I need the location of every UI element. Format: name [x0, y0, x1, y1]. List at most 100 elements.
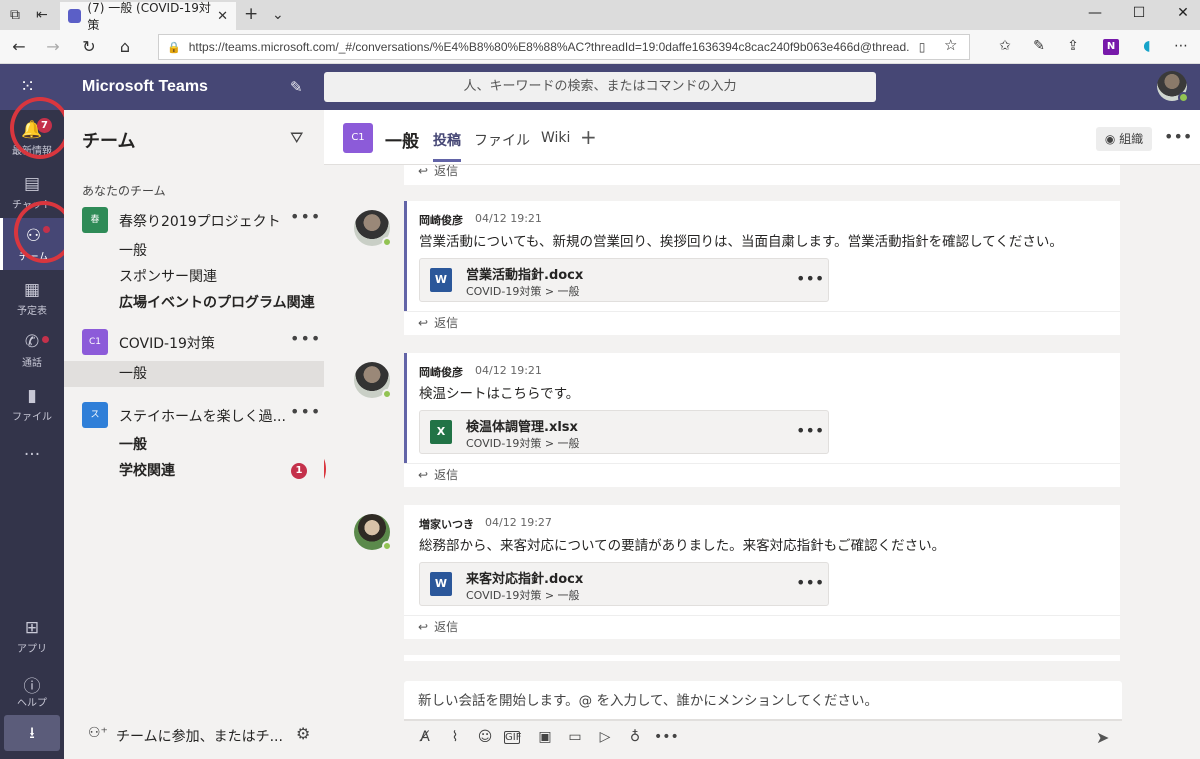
channel-item[interactable]: 一般 — [64, 238, 324, 264]
app-launcher-icon[interactable]: ⁙ — [20, 76, 35, 97]
channel-item[interactable]: スポンサー関連 — [64, 264, 324, 290]
join-team-button[interactable]: ⚇⁺ チームに参加、またはチ... ⚙ — [64, 720, 324, 750]
more-options-icon[interactable]: ••• — [1164, 127, 1192, 146]
search-input[interactable]: 人、キーワードの検索、またはコマンドの入力 — [324, 72, 876, 102]
apps-icon: ⊞ — [24, 618, 40, 638]
team-row[interactable]: C1 COVID-19対策 ••• — [64, 327, 324, 357]
praise-icon[interactable]: ♁ — [624, 729, 646, 745]
rail-item-teams[interactable]: ⚇ チーム — [0, 218, 64, 270]
profile-avatar[interactable] — [1157, 71, 1189, 103]
file-attachment[interactable]: W 来客対応指針.docx COVID-19対策 > 一般 ••• — [419, 562, 829, 606]
team-more-icon[interactable]: ••• — [290, 329, 321, 348]
bell-icon: 🔔 — [21, 120, 43, 140]
lock-icon: 🔒 — [167, 41, 181, 54]
new-tab-icon[interactable]: + — [244, 4, 258, 24]
set-aside-tabs-icon[interactable]: ⇤ — [36, 7, 48, 23]
rail-label-chat: チャット — [12, 200, 52, 211]
emoji-icon[interactable]: ☺ — [474, 729, 496, 745]
share-icon[interactable]: ⇪ — [1062, 38, 1084, 54]
more-icon[interactable]: ⋯ — [1170, 38, 1192, 54]
rail-label-files: ファイル — [12, 412, 52, 423]
file-name: 来客対応指針.docx — [466, 572, 584, 587]
message-card: 岡崎俊彦 04/12 19:21 営業活動についても、新規の営業回り、挨拶回りは… — [404, 201, 1120, 311]
team-more-icon[interactable]: ••• — [290, 207, 321, 226]
rail-label-activity: 最新情報 — [12, 146, 52, 157]
tab-actions-icon[interactable]: ⧉ — [10, 7, 20, 23]
address-bar[interactable]: 🔒 https://teams.microsoft.com/_#/convers… — [158, 34, 970, 60]
window-close-icon[interactable]: ✕ — [1168, 5, 1198, 21]
file-more-icon[interactable]: ••• — [796, 421, 824, 440]
extension-icon[interactable]: ◖ — [1136, 38, 1158, 54]
send-icon[interactable]: ➤ — [1096, 728, 1109, 747]
help-icon: ⓘ — [23, 677, 41, 697]
avatar[interactable] — [354, 362, 392, 399]
home-icon[interactable]: ⌂ — [112, 37, 138, 56]
file-path: COVID-19対策 > 一般 — [466, 589, 580, 602]
browser-titlebar: ⧉ ⇤ (7) 一般 (COVID-19対策 ✕ + ⌄ — ☐ ✕ — [0, 0, 1200, 32]
browser-tab[interactable]: (7) 一般 (COVID-19対策 ✕ — [60, 1, 236, 32]
more-options-icon[interactable]: ••• — [654, 729, 679, 745]
avatar[interactable] — [354, 514, 392, 551]
sticker-icon[interactable]: ▣ — [534, 729, 556, 745]
compose-input[interactable]: 新しい会話を開始します。@ を入力して、誰かにメンションしてください。 — [404, 681, 1122, 721]
file-attachment[interactable]: W 営業活動指針.docx COVID-19対策 > 一般 ••• — [419, 258, 829, 302]
file-more-icon[interactable]: ••• — [796, 573, 824, 592]
add-team-icon: ⚇⁺ — [88, 725, 108, 741]
tab-posts[interactable]: 投稿 — [433, 130, 461, 162]
team-more-icon[interactable]: ••• — [290, 402, 321, 421]
team-row[interactable]: ス ステイホームを楽しく過... ••• — [64, 400, 324, 430]
meet-now-icon[interactable]: ▭ — [564, 729, 586, 745]
rail-item-chat[interactable]: ▤ チャット — [0, 166, 64, 218]
team-row[interactable]: 春 春祭り2019プロジェクト ••• — [64, 205, 324, 235]
onenote-icon[interactable]: N — [1103, 39, 1119, 55]
gear-icon[interactable]: ⚙ — [296, 724, 310, 743]
tab-preview-chevron-icon[interactable]: ⌄ — [272, 7, 284, 23]
add-tab-icon[interactable]: + — [580, 125, 597, 149]
channel-item[interactable]: 学校関連 1 — [64, 458, 324, 484]
format-icon[interactable]: A̸ — [414, 729, 436, 745]
maximize-icon[interactable]: ☐ — [1124, 5, 1154, 21]
minimize-icon[interactable]: — — [1080, 5, 1110, 21]
rail-item-calls[interactable]: ✆ 通話 — [0, 324, 64, 376]
team-avatar: 春 — [82, 207, 108, 233]
channel-item-selected[interactable]: 一般 — [64, 361, 324, 387]
attach-icon[interactable]: ⌇ — [444, 729, 466, 745]
reply-button[interactable]: ↩ 返信 — [404, 463, 1120, 487]
stream-icon[interactable]: ▷ — [594, 729, 616, 745]
filter-icon[interactable]: ⛛ — [290, 128, 303, 148]
reading-view-icon[interactable]: ▯ — [919, 40, 926, 54]
back-icon[interactable]: ← — [6, 37, 32, 56]
calendar-icon: ▦ — [23, 280, 41, 300]
reply-button[interactable]: ↩ 返信 — [404, 165, 1120, 185]
tab-files[interactable]: ファイル — [474, 130, 530, 150]
rail-item-files[interactable]: ▮ ファイル — [0, 378, 64, 430]
rail-item-more[interactable]: ... — [0, 432, 64, 484]
favorite-star-icon[interactable]: ☆ — [944, 36, 957, 54]
close-tab-icon[interactable]: ✕ — [217, 9, 228, 24]
rail-item-apps[interactable]: ⊞ アプリ — [0, 610, 64, 662]
new-chat-icon[interactable]: ✎ — [290, 78, 303, 96]
file-attachment[interactable]: X 検温体調管理.xlsx COVID-19対策 > 一般 ••• — [419, 410, 829, 454]
rail-item-calendar[interactable]: ▦ 予定表 — [0, 272, 64, 324]
org-button[interactable]: ◉ 組織 — [1096, 127, 1152, 151]
tab-wiki[interactable]: Wiki — [541, 130, 570, 146]
gif-icon[interactable]: GIF — [504, 731, 521, 744]
rail-item-activity[interactable]: 🔔 最新情報 7 — [0, 112, 64, 164]
reply-arrow-icon: ↩ — [418, 316, 429, 330]
message-body: 検温シートはこちらです。 — [419, 386, 580, 402]
favorites-icon[interactable]: ✩ — [994, 38, 1016, 54]
avatar[interactable] — [354, 210, 392, 247]
channel-item[interactable]: 一般 — [64, 432, 324, 458]
forward-icon[interactable]: → — [40, 37, 66, 56]
message-list: ↩ 返信 岡崎俊彦 04/12 19:21 営業活動についても、新規の営業回り、挨… — [324, 165, 1200, 661]
download-app-button[interactable]: ⭳ — [4, 715, 60, 751]
refresh-icon[interactable]: ↻ — [76, 37, 102, 56]
file-more-icon[interactable]: ••• — [796, 269, 824, 288]
reply-button[interactable]: ↩ 返信 — [404, 615, 1120, 639]
more-apps-icon: ... — [23, 440, 41, 460]
reply-button[interactable]: ↩ 返信 — [404, 311, 1120, 335]
rail-item-help[interactable]: ⓘ ヘルプ — [0, 664, 64, 716]
app-title: Microsoft Teams — [82, 78, 208, 95]
channel-item[interactable]: 広場イベントのプログラム関連 — [64, 290, 324, 316]
pen-icon[interactable]: ✎ — [1028, 38, 1050, 54]
